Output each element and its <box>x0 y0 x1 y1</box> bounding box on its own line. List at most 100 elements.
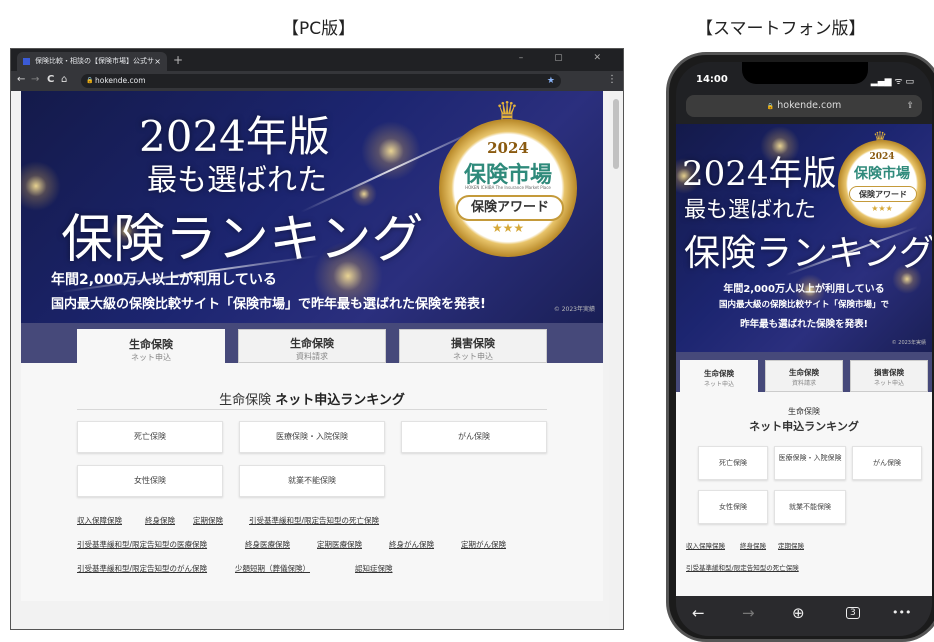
medal-award-label: 保険アワード <box>455 195 565 221</box>
tab-close-icon[interactable]: × <box>154 52 161 71</box>
tab-life-online[interactable]: 生命保険 ネット申込 <box>77 329 225 369</box>
banner-main-title-sp: 保険ランキング <box>684 233 932 274</box>
medal-stars: ★★★ <box>491 221 525 235</box>
pc-version-caption: 【PC版】 <box>282 19 356 39</box>
phone-notch <box>742 62 868 84</box>
link-whole-medical[interactable]: 終身医療保険 <box>245 539 290 550</box>
category-cancer-insurance[interactable]: がん保険 <box>401 421 547 453</box>
tab-subtitle: 資料請求 <box>791 380 816 387</box>
forward-icon[interactable]: → <box>31 74 39 85</box>
tabs-count-icon[interactable]: 3 <box>846 607 860 619</box>
link-term-life-sp[interactable]: 定期保険 <box>778 540 804 550</box>
link-relaxed-death[interactable]: 引受基準緩和型/限定告知型の死亡保険 <box>249 515 379 526</box>
banner-main-title: 保険ランキング <box>61 210 424 270</box>
link-relaxed-death-sp[interactable]: 引受基準緩和型/限定告知型の死亡保険 <box>686 562 799 572</box>
browser-tab[interactable]: 保険比較・相談の【保険市場】公式サ × <box>17 52 167 71</box>
phone-address-bar[interactable]: 🔒 hokende.com ⇪ <box>686 95 922 117</box>
address-bar[interactable]: 🔒 hokende.com ★ <box>81 74 561 88</box>
smartphone-screen: 14:00 ▂▄▆ ᯤ ▭ 🔒 hokende.com ⇪ 2024年版 最も選… <box>676 62 932 636</box>
link-relaxed-medical[interactable]: 引受基準緩和型/限定告知型の医療保険 <box>77 539 207 550</box>
award-medal-sp: 2024 保険市場 保険アワード ★★★ <box>838 140 926 228</box>
new-tab-icon[interactable]: ⊕ <box>792 604 805 622</box>
medal-brand: 保険市場 <box>854 166 910 182</box>
status-icons: ▂▄▆ ᯤ ▭ <box>870 77 914 87</box>
phone-url: hokende.com <box>777 100 842 111</box>
scrollbar-thumb[interactable] <box>613 99 619 169</box>
category-death-insurance-sp[interactable]: 死亡保険 <box>698 446 768 480</box>
more-icon[interactable]: ••• <box>892 606 911 619</box>
category-women-insurance-sp[interactable]: 女性保険 <box>698 490 768 524</box>
new-tab-button[interactable]: + <box>173 52 183 68</box>
lock-icon: 🔒 <box>766 103 775 110</box>
medal-year: 2024 <box>487 139 529 157</box>
category-disability-insurance[interactable]: 就業不能保険 <box>239 465 385 497</box>
phone-viewport: 2024年版 最も選ばれた 保険ランキング 年間2,000万人以上が利用している… <box>676 124 932 596</box>
browser-tab-title: 保険比較・相談の【保険市場】公式サ <box>35 57 154 65</box>
tab-title: 生命保険 <box>789 368 819 377</box>
tab-title: 生命保険 <box>290 337 334 350</box>
tab-subtitle: ネット申込 <box>453 352 493 361</box>
banner-most-chosen: 最も選ばれた <box>147 163 327 198</box>
tab-title: 損害保険 <box>451 337 495 350</box>
link-funeral-insurance[interactable]: 少額短期（葬儀保険） <box>235 563 310 574</box>
link-term-life[interactable]: 定期保険 <box>193 515 223 526</box>
tab-subtitle: ネット申込 <box>703 381 734 388</box>
category-cancer-insurance-sp[interactable]: がん保険 <box>852 446 922 480</box>
link-term-cancer[interactable]: 定期がん保険 <box>461 539 506 550</box>
link-term-medical[interactable]: 定期医療保険 <box>317 539 362 550</box>
tab-subtitle: ネット申込 <box>131 353 171 362</box>
reload-icon[interactable]: C <box>47 74 54 85</box>
browser-toolbar: ← → C ⌂ 🔒 hokende.com ★ ⋮ <box>11 71 623 91</box>
section-heading-title: ネット申込ランキング <box>275 393 405 408</box>
section-heading: 生命保険 ネット申込ランキング <box>21 389 603 408</box>
smartphone-frame: 14:00 ▂▄▆ ᯤ ▭ 🔒 hokende.com ⇪ 2024年版 最も選… <box>666 52 934 642</box>
tab-life-online-sp[interactable]: 生命保険 ネット申込 <box>680 360 758 400</box>
back-icon[interactable]: ← <box>692 604 705 622</box>
medal-stars: ★★★ <box>871 204 893 213</box>
tab-life-documents[interactable]: 生命保険 資料請求 <box>238 329 386 363</box>
tab-title: 損害保険 <box>874 368 904 377</box>
link-whole-cancer[interactable]: 終身がん保険 <box>389 539 434 550</box>
back-icon[interactable]: ← <box>17 74 25 85</box>
tab-life-documents-sp[interactable]: 生命保険 資料請求 <box>765 360 843 392</box>
link-relaxed-cancer[interactable]: 引受基準緩和型/限定告知型のがん保険 <box>77 563 207 574</box>
banner-copyright: © 2023年実績 <box>553 306 595 313</box>
pc-viewport: 2024年版 最も選ばれた 保険ランキング 年間2,000万人以上が利用している… <box>11 91 623 629</box>
window-controls[interactable]: – ▢ ✕ <box>519 53 615 63</box>
share-icon[interactable]: ⇪ <box>906 95 914 117</box>
link-income-protection[interactable]: 収入保障保険 <box>77 515 122 526</box>
link-income-protection-sp[interactable]: 収入保障保険 <box>686 540 725 550</box>
link-dementia-insurance[interactable]: 認知症保険 <box>355 563 393 574</box>
phone-bottom-toolbar: ← → ⊕ 3 ••• <box>676 596 932 636</box>
banner-year-title-sp: 2024年版 <box>682 154 837 194</box>
category-medical-insurance[interactable]: 医療保険・入院保険 <box>239 421 385 453</box>
link-whole-life-sp[interactable]: 終身保険 <box>740 540 766 550</box>
lock-icon: 🔒 <box>86 77 94 84</box>
banner-subtitle-2b-sp: 昨年最も選ばれた保険を発表! <box>740 319 868 330</box>
category-medical-insurance-sp[interactable]: 医療保険・入院保険 <box>774 446 846 480</box>
ranking-banner: 2024年版 最も選ばれた 保険ランキング 年間2,000万人以上が利用している… <box>21 91 603 323</box>
pc-browser-window: 保険比較・相談の【保険市場】公式サ × + – ▢ ✕ ← → C ⌂ 🔒 ho… <box>10 48 624 630</box>
pc-scrollbar[interactable] <box>609 91 623 629</box>
category-disability-insurance-sp[interactable]: 就業不能保険 <box>774 490 846 524</box>
browser-tab-strip: 保険比較・相談の【保険市場】公式サ × + – ▢ ✕ <box>11 49 623 71</box>
medal-award-label: 保険アワード <box>848 186 918 202</box>
divider <box>77 409 547 410</box>
bookmark-star-icon[interactable]: ★ <box>547 74 555 88</box>
forward-icon[interactable]: → <box>742 604 755 622</box>
category-women-insurance[interactable]: 女性保険 <box>77 465 223 497</box>
tab-nonlife-online-sp[interactable]: 損害保険 ネット申込 <box>850 360 928 392</box>
banner-subtitle-1-sp: 年間2,000万人以上が利用している <box>723 284 885 295</box>
browser-menu-icon[interactable]: ⋮ <box>607 74 617 85</box>
status-time: 14:00 <box>696 74 728 85</box>
section-heading-prefix-sp: 生命保険 <box>788 407 820 416</box>
link-whole-life[interactable]: 終身保険 <box>145 515 175 526</box>
banner-most-chosen-sp: 最も選ばれた <box>684 198 817 223</box>
category-death-insurance[interactable]: 死亡保険 <box>77 421 223 453</box>
medal-year: 2024 <box>869 152 895 162</box>
sparkle-icon <box>21 161 61 211</box>
home-icon[interactable]: ⌂ <box>61 74 67 85</box>
tab-nonlife-online[interactable]: 損害保険 ネット申込 <box>399 329 547 363</box>
banner-subtitle-1: 年間2,000万人以上が利用している <box>51 272 277 288</box>
ranking-banner-sp: 2024年版 最も選ばれた 保険ランキング 年間2,000万人以上が利用している… <box>676 124 932 352</box>
